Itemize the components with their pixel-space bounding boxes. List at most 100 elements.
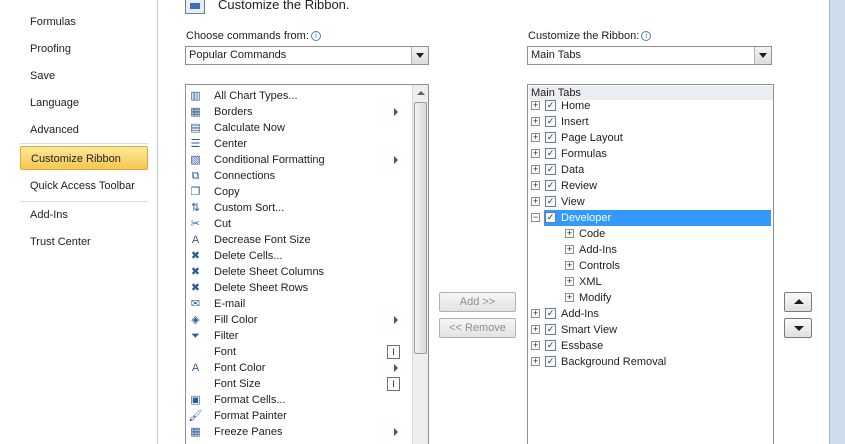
command-item[interactable]: ✂ Cut xyxy=(186,216,412,232)
tab-checkbox[interactable]: ✓ xyxy=(545,132,556,143)
tree-group-item[interactable]: + Modify xyxy=(565,290,770,306)
nav-item-language[interactable]: Language xyxy=(20,91,148,115)
tab-checkbox[interactable]: ✓ xyxy=(545,116,556,127)
tree-tab-item[interactable]: + ✓ Review xyxy=(531,178,770,194)
expand-plus-icon[interactable]: + xyxy=(531,309,540,318)
commands-scrollbar[interactable] xyxy=(412,85,428,444)
nav-item-add-ins[interactable]: Add-Ins xyxy=(20,203,148,227)
tab-checkbox[interactable]: ✓ xyxy=(545,356,556,367)
tab-checkbox[interactable]: ✓ xyxy=(545,148,556,159)
tree-item-label: Controls xyxy=(579,260,620,272)
command-item[interactable]: Font I xyxy=(186,344,412,360)
tab-checkbox[interactable]: ✓ xyxy=(545,164,556,175)
command-item[interactable]: ▦ Borders xyxy=(186,104,412,120)
chevron-down-icon[interactable] xyxy=(754,47,771,64)
tab-checkbox[interactable]: ✓ xyxy=(545,212,556,223)
tree-tab-item[interactable]: + ✓ Formulas xyxy=(531,146,770,162)
tab-checkbox[interactable]: ✓ xyxy=(545,100,556,111)
tree-tab-item[interactable]: + ✓ Smart View xyxy=(531,322,770,338)
command-item[interactable]: ✖ Delete Cells... xyxy=(186,248,412,264)
tree-tab-item[interactable]: + ✓ Add-Ins xyxy=(531,306,770,322)
expand-plus-icon[interactable]: + xyxy=(531,357,540,366)
expand-plus-icon[interactable]: + xyxy=(565,293,574,302)
expand-plus-icon[interactable]: + xyxy=(531,325,540,334)
nav-item-save[interactable]: Save xyxy=(20,64,148,88)
command-item[interactable]: ✉ E-mail xyxy=(186,296,412,312)
command-item[interactable]: ◈ Fill Color xyxy=(186,312,412,328)
tree-tab-item[interactable]: + ✓ View xyxy=(531,194,770,210)
command-item[interactable]: ▥ All Chart Types... xyxy=(186,88,412,104)
command-item[interactable]: ▦ Freeze Panes xyxy=(186,424,412,440)
choose-commands-dropdown[interactable]: Popular Commands xyxy=(185,46,429,65)
expand-plus-icon[interactable]: + xyxy=(531,101,540,110)
command-item[interactable]: Font Size I xyxy=(186,376,412,392)
expand-plus-icon[interactable]: + xyxy=(531,181,540,190)
tree-tab-item[interactable]: + ✓ Home xyxy=(531,98,770,114)
command-label: Conditional Formatting xyxy=(214,154,325,166)
options-nav: Formulas Proofing Save Language Advanced… xyxy=(0,0,158,444)
expand-plus-icon[interactable]: + xyxy=(565,229,574,238)
nav-item-quick-access-toolbar[interactable]: Quick Access Toolbar xyxy=(20,174,148,198)
expand-plus-icon[interactable]: + xyxy=(531,149,540,158)
command-item[interactable]: A Decrease Font Size xyxy=(186,232,412,248)
tree-item-label: Formulas xyxy=(561,148,607,160)
expand-plus-icon[interactable]: + xyxy=(531,117,540,126)
commands-list[interactable]: ▦ Freeze Panes 🖌 Format Painter ▣ Format Cell… xyxy=(185,84,429,444)
tab-checkbox[interactable]: ✓ xyxy=(545,196,556,207)
move-down-button[interactable] xyxy=(784,318,812,338)
command-item[interactable]: ▧ Conditional Formatting xyxy=(186,152,412,168)
chevron-down-icon[interactable] xyxy=(411,47,428,64)
command-item[interactable]: ❐ Copy xyxy=(186,184,412,200)
command-item[interactable]: A Font Color xyxy=(186,360,412,376)
nav-item-trust-center[interactable]: Trust Center xyxy=(20,230,148,254)
tree-group-item[interactable]: + Add-Ins xyxy=(565,242,770,258)
nav-item-advanced[interactable]: Advanced xyxy=(20,118,148,142)
tree-tab-item[interactable]: + ✓ Background Removal xyxy=(531,354,770,370)
expand-plus-icon[interactable]: + xyxy=(531,341,540,350)
tree-tab-item[interactable]: + ✓ Data xyxy=(531,162,770,178)
expand-plus-icon[interactable]: + xyxy=(565,261,574,270)
expand-plus-icon[interactable]: + xyxy=(531,133,540,142)
add-button[interactable]: Add >> xyxy=(439,292,516,312)
scroll-thumb[interactable] xyxy=(414,102,427,354)
remove-button[interactable]: << Remove xyxy=(439,318,516,338)
command-item[interactable]: ⏷ Filter xyxy=(186,328,412,344)
scroll-up-icon[interactable] xyxy=(413,85,428,101)
tree-tab-item[interactable]: − ✓ Developer xyxy=(531,210,770,226)
tree-tab-item[interactable]: + ✓ Page Layout xyxy=(531,130,770,146)
nav-item-customize-ribbon[interactable]: Customize Ribbon xyxy=(20,146,148,170)
tree-tab-item[interactable]: + ✓ Insert xyxy=(531,114,770,130)
command-item[interactable]: ⧉ Connections xyxy=(186,168,412,184)
command-item[interactable]: ▣ Format Cells... xyxy=(186,392,412,408)
tab-checkbox[interactable]: ✓ xyxy=(545,308,556,319)
customize-ribbon-dropdown[interactable]: Main Tabs xyxy=(527,46,772,65)
command-item[interactable]: ✖ Delete Sheet Columns xyxy=(186,264,412,280)
tree-group-item[interactable]: + XML xyxy=(565,274,770,290)
expand-plus-icon[interactable]: + xyxy=(531,197,540,206)
command-item[interactable]: ☰ Center xyxy=(186,136,412,152)
command-item[interactable]: ▤ Calculate Now xyxy=(186,120,412,136)
tab-checkbox[interactable]: ✓ xyxy=(545,180,556,191)
format-cells-icon: ▣ xyxy=(190,394,201,406)
command-item[interactable]: ⇅ Custom Sort... xyxy=(186,200,412,216)
copy-icon: ❐ xyxy=(190,186,201,198)
command-label: Format Cells... xyxy=(214,394,286,406)
command-item[interactable]: ✖ Delete Sheet Rows xyxy=(186,280,412,296)
expand-plus-icon[interactable]: + xyxy=(531,165,540,174)
expand-plus-icon[interactable]: + xyxy=(565,277,574,286)
collapse-minus-icon[interactable]: − xyxy=(531,213,540,222)
tab-checkbox[interactable]: ✓ xyxy=(545,340,556,351)
command-label: Delete Sheet Columns xyxy=(214,266,325,278)
tree-tab-item[interactable]: + ✓ Essbase xyxy=(531,338,770,354)
nav-item-proofing[interactable]: Proofing xyxy=(20,37,148,61)
customize-ribbon-value: Main Tabs xyxy=(531,49,581,61)
move-up-button[interactable] xyxy=(784,292,812,312)
command-item[interactable]: 🖌 Format Painter xyxy=(186,408,412,424)
email-icon: ✉ xyxy=(190,298,201,310)
tree-group-item[interactable]: + Code xyxy=(565,226,770,242)
tree-item-label: Smart View xyxy=(561,324,618,336)
nav-item-formulas[interactable]: Formulas xyxy=(20,10,148,34)
expand-plus-icon[interactable]: + xyxy=(565,245,574,254)
tab-checkbox[interactable]: ✓ xyxy=(545,324,556,335)
tree-group-item[interactable]: + Controls xyxy=(565,258,770,274)
